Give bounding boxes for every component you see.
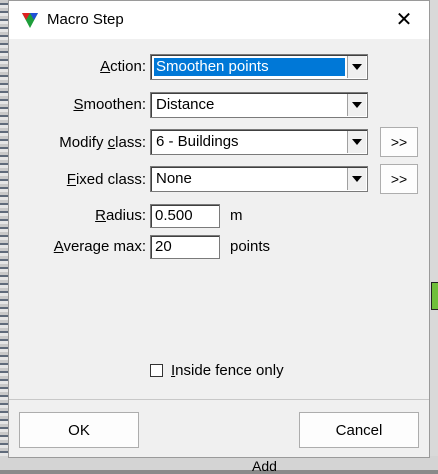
smoothen-select-value: Distance xyxy=(156,96,215,113)
modify-class-select[interactable]: 6 - Buildings xyxy=(150,129,368,155)
modify-class-label: Modify class: xyxy=(59,134,146,151)
fixed-class-more-button[interactable]: >> xyxy=(380,164,418,194)
average-max-input[interactable]: 20 xyxy=(150,235,220,259)
cancel-button[interactable]: Cancel xyxy=(299,412,419,448)
chevron-down-icon[interactable] xyxy=(347,94,366,116)
fixed-class-label: Fixed class: xyxy=(66,171,146,188)
average-max-label: Average max: xyxy=(53,238,146,255)
smoothen-select[interactable]: Distance xyxy=(150,92,368,118)
ok-button[interactable]: OK xyxy=(19,412,139,448)
action-select-value: Smoothen points xyxy=(154,58,345,76)
smoothen-label: Smoothen: xyxy=(73,96,146,113)
chevron-down-icon[interactable] xyxy=(347,168,366,190)
inside-fence-checkbox[interactable] xyxy=(150,364,163,377)
footer-divider xyxy=(9,399,429,400)
title-bar: Macro Step ✕ xyxy=(9,1,429,39)
average-max-unit: points xyxy=(230,238,271,255)
background-green-indicator xyxy=(431,282,438,310)
modify-class-select-value: 6 - Buildings xyxy=(156,133,239,150)
radius-label: Radius: xyxy=(95,207,146,224)
background-app-bottom xyxy=(0,456,438,470)
fixed-class-select-value: None xyxy=(156,170,192,187)
fixed-class-select[interactable]: None xyxy=(150,166,368,192)
chevron-down-icon[interactable] xyxy=(347,131,366,153)
modify-class-more-button[interactable]: >> xyxy=(380,127,418,157)
background-add-button-label: Add xyxy=(252,458,277,474)
background-app-edge-left xyxy=(0,0,8,470)
close-icon[interactable]: ✕ xyxy=(389,5,419,35)
macro-step-dialog: Macro Step ✕ Action: Smoothen points Smo… xyxy=(8,0,430,458)
app-logo-icon xyxy=(22,13,38,28)
inside-fence-label[interactable]: Inside fence only xyxy=(171,362,284,379)
window-title: Macro Step xyxy=(47,11,124,28)
radius-input[interactable]: 0.500 xyxy=(150,204,220,228)
action-label: Action: xyxy=(100,58,146,75)
action-select[interactable]: Smoothen points xyxy=(150,54,368,80)
chevron-down-icon[interactable] xyxy=(347,56,366,78)
radius-unit: m xyxy=(230,207,243,224)
